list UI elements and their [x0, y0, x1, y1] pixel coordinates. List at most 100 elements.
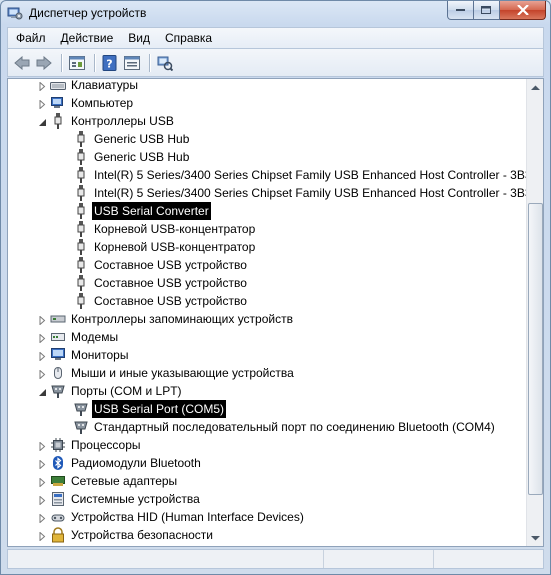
device-row[interactable]: Составное USB устройство: [73, 256, 249, 274]
device-category-label: Модемы: [71, 330, 119, 344]
forward-icon: [36, 55, 52, 70]
device-category-row[interactable]: Мониторы: [39, 346, 130, 364]
usb-device-icon: [73, 203, 89, 219]
system-device-icon: [50, 491, 66, 507]
expand-arrow-icon[interactable]: [38, 458, 47, 470]
title-bar[interactable]: Диспетчер устройств: [1, 1, 550, 26]
device-label: Составное USB устройство: [94, 294, 247, 308]
expand-arrow-icon[interactable]: [38, 476, 47, 488]
device-category-row[interactable]: Устройства HID (Human Interface Devices): [39, 508, 306, 526]
device-category-row[interactable]: Контроллеры USB: [39, 112, 176, 130]
device-category-label: Системные устройства: [71, 492, 200, 506]
device-category-row[interactable]: Мыши и иные указывающие устройства: [39, 364, 296, 382]
device-category-label: Устройства HID (Human Interface Devices): [71, 510, 304, 524]
device-manager-window: Диспетчер устройств Файл Действие Вид Сп…: [0, 0, 551, 575]
device-category-row[interactable]: Компьютер: [39, 94, 135, 112]
menu-bar: Файл Действие Вид Справка: [7, 27, 544, 49]
device-category-label: Контроллеры запоминающих устройств: [71, 312, 293, 326]
device-row[interactable]: Intel(R) 5 Series/3400 Series Chipset Fa…: [73, 166, 527, 184]
maximize-icon: [481, 5, 491, 14]
status-bar: [7, 549, 544, 569]
expand-arrow-icon[interactable]: [38, 512, 47, 524]
scroll-up-button[interactable]: [527, 79, 543, 96]
toolbar-separator: [61, 53, 62, 72]
collapse-arrow-icon[interactable]: [38, 116, 47, 126]
device-category-row[interactable]: Модемы: [39, 328, 120, 346]
usb-device-icon: [73, 131, 89, 147]
device-category-row[interactable]: Устройства безопасности: [39, 526, 215, 544]
back-button[interactable]: [12, 53, 32, 73]
usb-device-icon: [73, 167, 89, 183]
expand-arrow-icon[interactable]: [38, 332, 47, 344]
minimize-icon: [455, 9, 465, 11]
device-category-row[interactable]: Порты (COM и LPT): [39, 382, 184, 400]
menu-view[interactable]: Вид: [120, 28, 157, 48]
minimize-button[interactable]: [447, 1, 474, 20]
device-row[interactable]: Intel(R) 5 Series/3400 Series Chipset Fa…: [73, 184, 527, 202]
scan-hardware-button[interactable]: [155, 53, 175, 73]
device-label: Корневой USB-концентратор: [94, 222, 256, 236]
expand-arrow-icon[interactable]: [38, 440, 47, 452]
collapse-arrow-icon[interactable]: [38, 386, 47, 396]
menu-file[interactable]: Файл: [8, 28, 53, 48]
device-row[interactable]: Составное USB устройство: [73, 292, 249, 310]
device-manager-icon: [7, 5, 23, 21]
toolbar: ?: [7, 49, 544, 77]
device-row[interactable]: Корневой USB-концентратор: [73, 220, 257, 238]
forward-button[interactable]: [34, 53, 54, 73]
maximize-button[interactable]: [474, 1, 500, 20]
back-icon: [14, 55, 30, 70]
expand-arrow-icon[interactable]: [38, 80, 47, 92]
usb-device-icon: [73, 275, 89, 291]
network-adapter-icon: [50, 473, 66, 489]
tree-view-button[interactable]: [67, 53, 87, 73]
scrollbar-thumb[interactable]: [528, 203, 543, 495]
properties-button[interactable]: [122, 53, 142, 73]
device-category-label: Сетевые адаптеры: [71, 474, 178, 488]
menu-help[interactable]: Справка: [157, 28, 219, 48]
expand-arrow-icon[interactable]: [38, 350, 47, 362]
device-category-row[interactable]: Радиомодули Bluetooth: [39, 454, 203, 472]
device-row[interactable]: Корневой USB-концентратор: [73, 238, 257, 256]
expand-arrow-icon[interactable]: [38, 98, 47, 110]
monitor-icon: [50, 347, 66, 363]
expand-arrow-icon[interactable]: [38, 494, 47, 506]
expand-arrow-icon[interactable]: [38, 368, 47, 380]
device-row[interactable]: USB Serial Port (COM5): [73, 400, 227, 418]
vertical-scrollbar[interactable]: [526, 79, 543, 546]
scroll-down-icon: [531, 535, 540, 540]
device-row[interactable]: Стандартный последовательный порт по сое…: [73, 418, 497, 436]
device-category-row[interactable]: Процессоры: [39, 436, 143, 454]
device-category-row[interactable]: Контроллеры запоминающих устройств: [39, 310, 295, 328]
expand-arrow-icon[interactable]: [38, 530, 47, 542]
device-label: Стандартный последовательный порт по сое…: [94, 420, 495, 434]
device-category-row[interactable]: Клавиатуры: [39, 79, 140, 94]
storage-controller-icon: [50, 311, 66, 327]
usb-device-icon: [73, 185, 89, 201]
usb-device-icon: [73, 239, 89, 255]
help-button[interactable]: ?: [100, 53, 120, 73]
device-tree: Клавиатуры Компьютер Контроллеры USB Generi…: [8, 79, 527, 546]
device-row[interactable]: Составное USB устройство: [73, 274, 249, 292]
close-button[interactable]: [500, 1, 546, 20]
usb-device-icon: [73, 221, 89, 237]
device-label: Составное USB устройство: [94, 276, 247, 290]
menu-action[interactable]: Действие: [53, 28, 121, 48]
device-label: Составное USB устройство: [94, 258, 247, 272]
hid-icon: [50, 509, 66, 525]
device-category-label: Радиомодули Bluetooth: [71, 456, 201, 470]
expand-arrow-icon[interactable]: [38, 314, 47, 326]
device-category-label: Устройства безопасности: [71, 528, 213, 542]
device-category-row[interactable]: Сетевые адаптеры: [39, 472, 179, 490]
device-label: Intel(R) 5 Series/3400 Series Chipset Fa…: [94, 186, 527, 200]
device-row[interactable]: Generic USB Hub: [73, 148, 191, 166]
svg-text:?: ?: [106, 57, 112, 70]
status-pane: [8, 550, 324, 568]
device-category-row[interactable]: Системные устройства: [39, 490, 202, 508]
scroll-down-button[interactable]: [527, 529, 543, 546]
device-row[interactable]: Generic USB Hub: [73, 130, 191, 148]
toolbar-separator: [149, 53, 150, 72]
device-row[interactable]: USB Serial Converter: [73, 202, 211, 220]
mouse-icon: [50, 365, 66, 381]
device-category-label: Контроллеры USB: [71, 114, 174, 128]
